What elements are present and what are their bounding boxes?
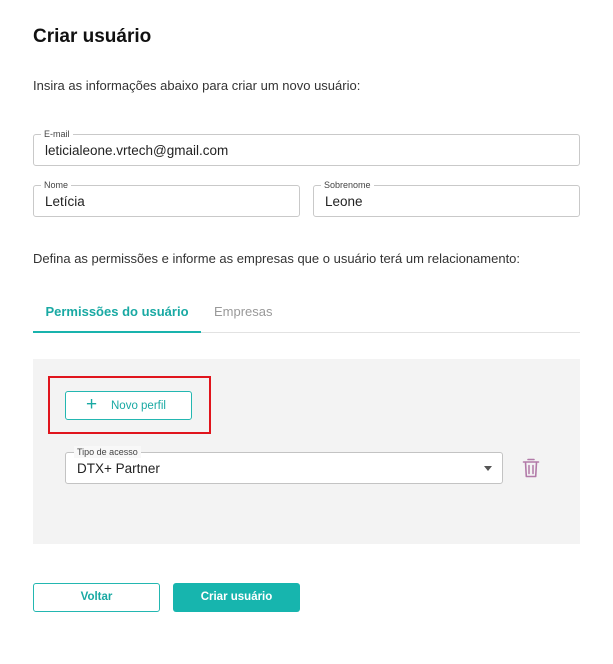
page-title: Criar usuário [33, 26, 152, 47]
first-name-field[interactable]: Nome Letícia [33, 179, 300, 217]
intro-text: Insira as informações abaixo para criar … [33, 78, 361, 93]
tab-user-permissions[interactable]: Permissões do usuário [33, 296, 201, 333]
tab-companies[interactable]: Empresas [214, 296, 273, 333]
permissions-description: Defina as permissões e informe as empres… [33, 251, 521, 266]
access-type-value: DTX+ Partner [77, 461, 160, 476]
access-type-select[interactable]: Tipo de acesso DTX+ Partner [65, 446, 503, 484]
new-profile-label: Novo perfil [111, 400, 166, 412]
new-profile-button[interactable]: + Novo perfil [65, 391, 192, 420]
first-name-label: Nome [41, 179, 72, 191]
back-button[interactable]: Voltar [33, 583, 160, 612]
caret-down-icon [484, 466, 492, 471]
email-label: E-mail [41, 128, 73, 140]
access-type-label: Tipo de acesso [74, 446, 141, 458]
tabs-bar: Permissões do usuário Empresas [33, 296, 580, 333]
first-name-value: Letícia [45, 194, 85, 209]
last-name-field[interactable]: Sobrenome Leone [313, 179, 580, 217]
email-field[interactable]: E-mail leticialeone.vrtech@gmail.com [33, 128, 580, 166]
last-name-label: Sobrenome [321, 179, 374, 191]
create-user-button[interactable]: Criar usuário [173, 583, 300, 612]
plus-icon: + [86, 394, 98, 415]
email-value: leticialeone.vrtech@gmail.com [45, 143, 229, 158]
trash-icon[interactable] [522, 458, 540, 478]
last-name-value: Leone [325, 194, 363, 209]
